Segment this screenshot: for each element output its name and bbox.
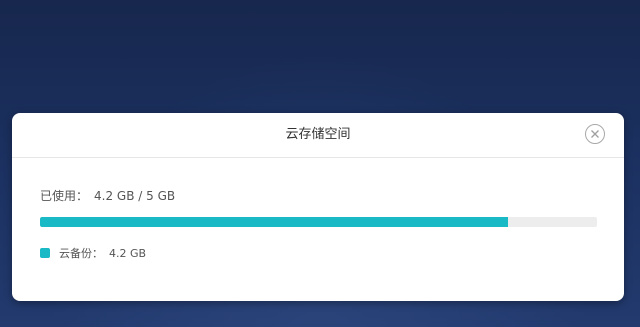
storage-progress-fill	[40, 217, 508, 227]
storage-used-label: 已使用：	[40, 189, 89, 203]
close-button[interactable]	[585, 124, 605, 144]
legend-swatch	[40, 248, 50, 258]
cloud-storage-dialog: 云存储空间 已使用： 4.2 GB / 5 GB 云备份： 4.2 GB	[12, 113, 624, 301]
storage-used-row: 已使用： 4.2 GB / 5 GB	[40, 187, 175, 204]
close-icon	[591, 130, 599, 138]
storage-used-value: 4.2 GB / 5 GB	[94, 189, 176, 203]
storage-progress-bar	[40, 217, 597, 227]
legend-cloud-backup: 云备份： 4.2 GB	[40, 245, 146, 261]
dialog-title: 云存储空间	[285, 127, 351, 142]
legend-label: 云备份：	[59, 247, 103, 260]
legend-value: 4.2 GB	[109, 246, 147, 260]
dialog-header: 云存储空间	[12, 113, 624, 158]
